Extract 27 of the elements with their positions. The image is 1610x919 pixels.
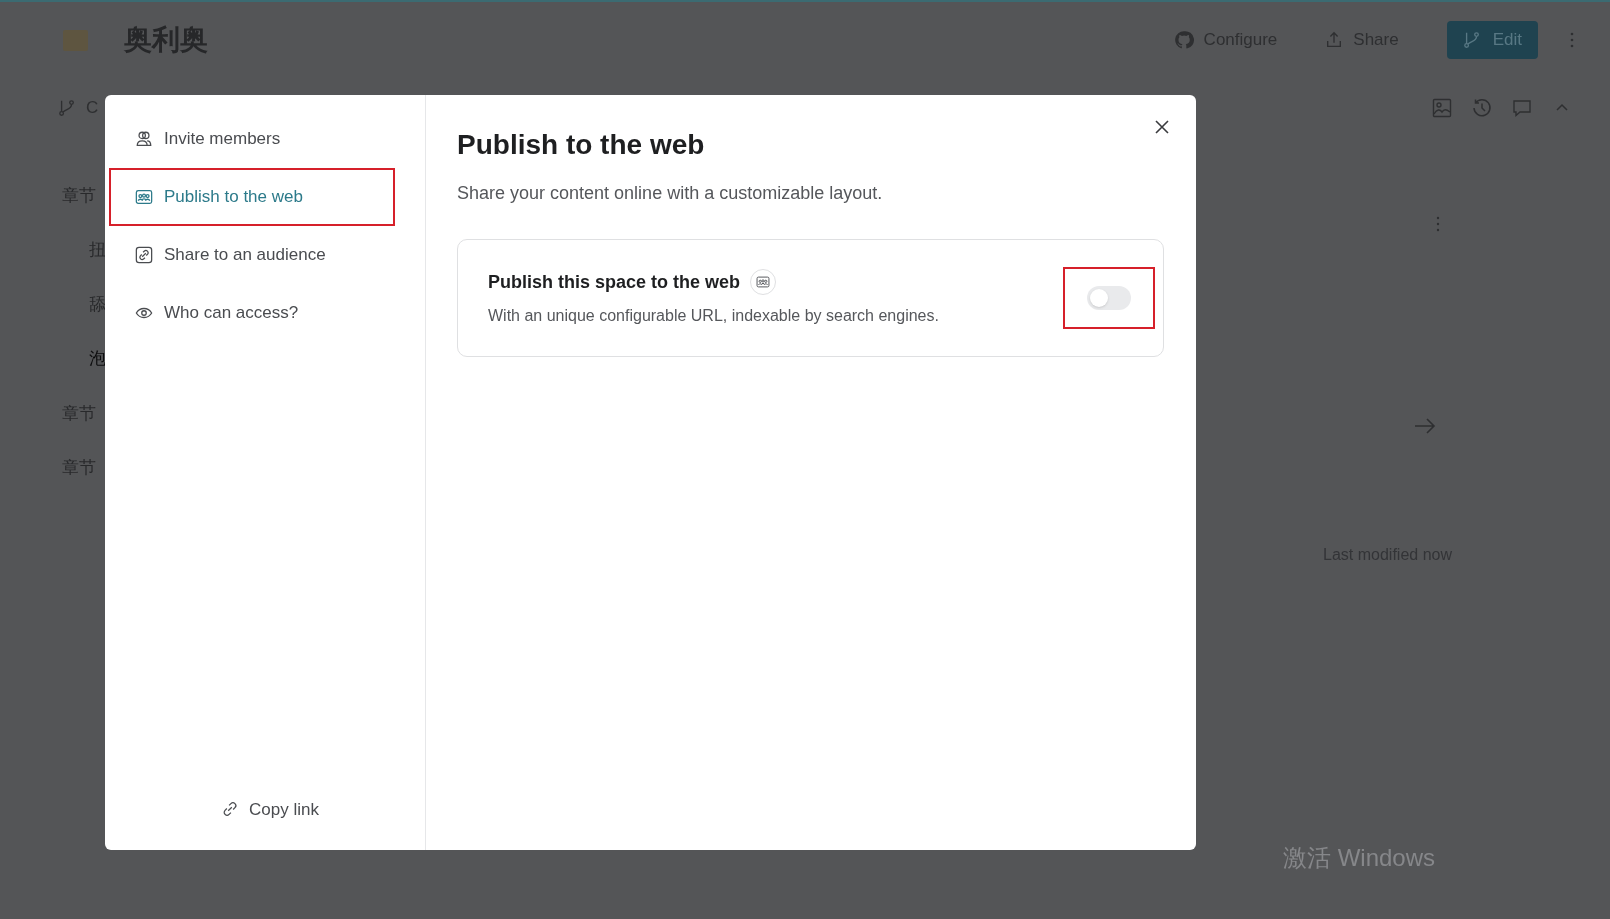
close-icon bbox=[1155, 120, 1169, 134]
nav-item[interactable]: Publish to the web bbox=[109, 168, 395, 226]
image-icon[interactable] bbox=[1432, 98, 1452, 118]
nav-item[interactable]: Invite members bbox=[109, 110, 395, 168]
more-icon[interactable] bbox=[1435, 216, 1440, 232]
web-icon bbox=[756, 275, 771, 289]
link-icon bbox=[221, 800, 240, 819]
people-icon bbox=[135, 130, 153, 148]
nav-item[interactable]: Share to an audience bbox=[109, 226, 395, 284]
edit-button[interactable]: Edit bbox=[1446, 21, 1538, 59]
branch-icon bbox=[58, 99, 76, 117]
dialog-title: Publish to the web bbox=[457, 128, 705, 162]
card-title: Publish this space to the web bbox=[488, 270, 741, 294]
copy-link-button[interactable]: Copy link bbox=[221, 796, 319, 822]
arrow-right-icon[interactable] bbox=[1412, 416, 1437, 436]
github-icon bbox=[1173, 30, 1194, 50]
publish-toggle[interactable] bbox=[1087, 286, 1131, 310]
comment-icon[interactable] bbox=[1512, 98, 1532, 118]
branch-icon bbox=[1462, 31, 1481, 49]
link-icon bbox=[135, 246, 153, 264]
web-icon bbox=[135, 188, 153, 206]
history-icon[interactable] bbox=[1472, 98, 1492, 118]
nav-item[interactable]: Who can access? bbox=[109, 284, 395, 342]
more-icon[interactable] bbox=[1570, 32, 1574, 48]
upload-icon bbox=[1325, 31, 1344, 49]
dialog-subtitle: Share your content online with a customizable layout. bbox=[457, 182, 884, 205]
card-description: With an unique configurable URL, indexable by search engines. bbox=[488, 305, 940, 326]
